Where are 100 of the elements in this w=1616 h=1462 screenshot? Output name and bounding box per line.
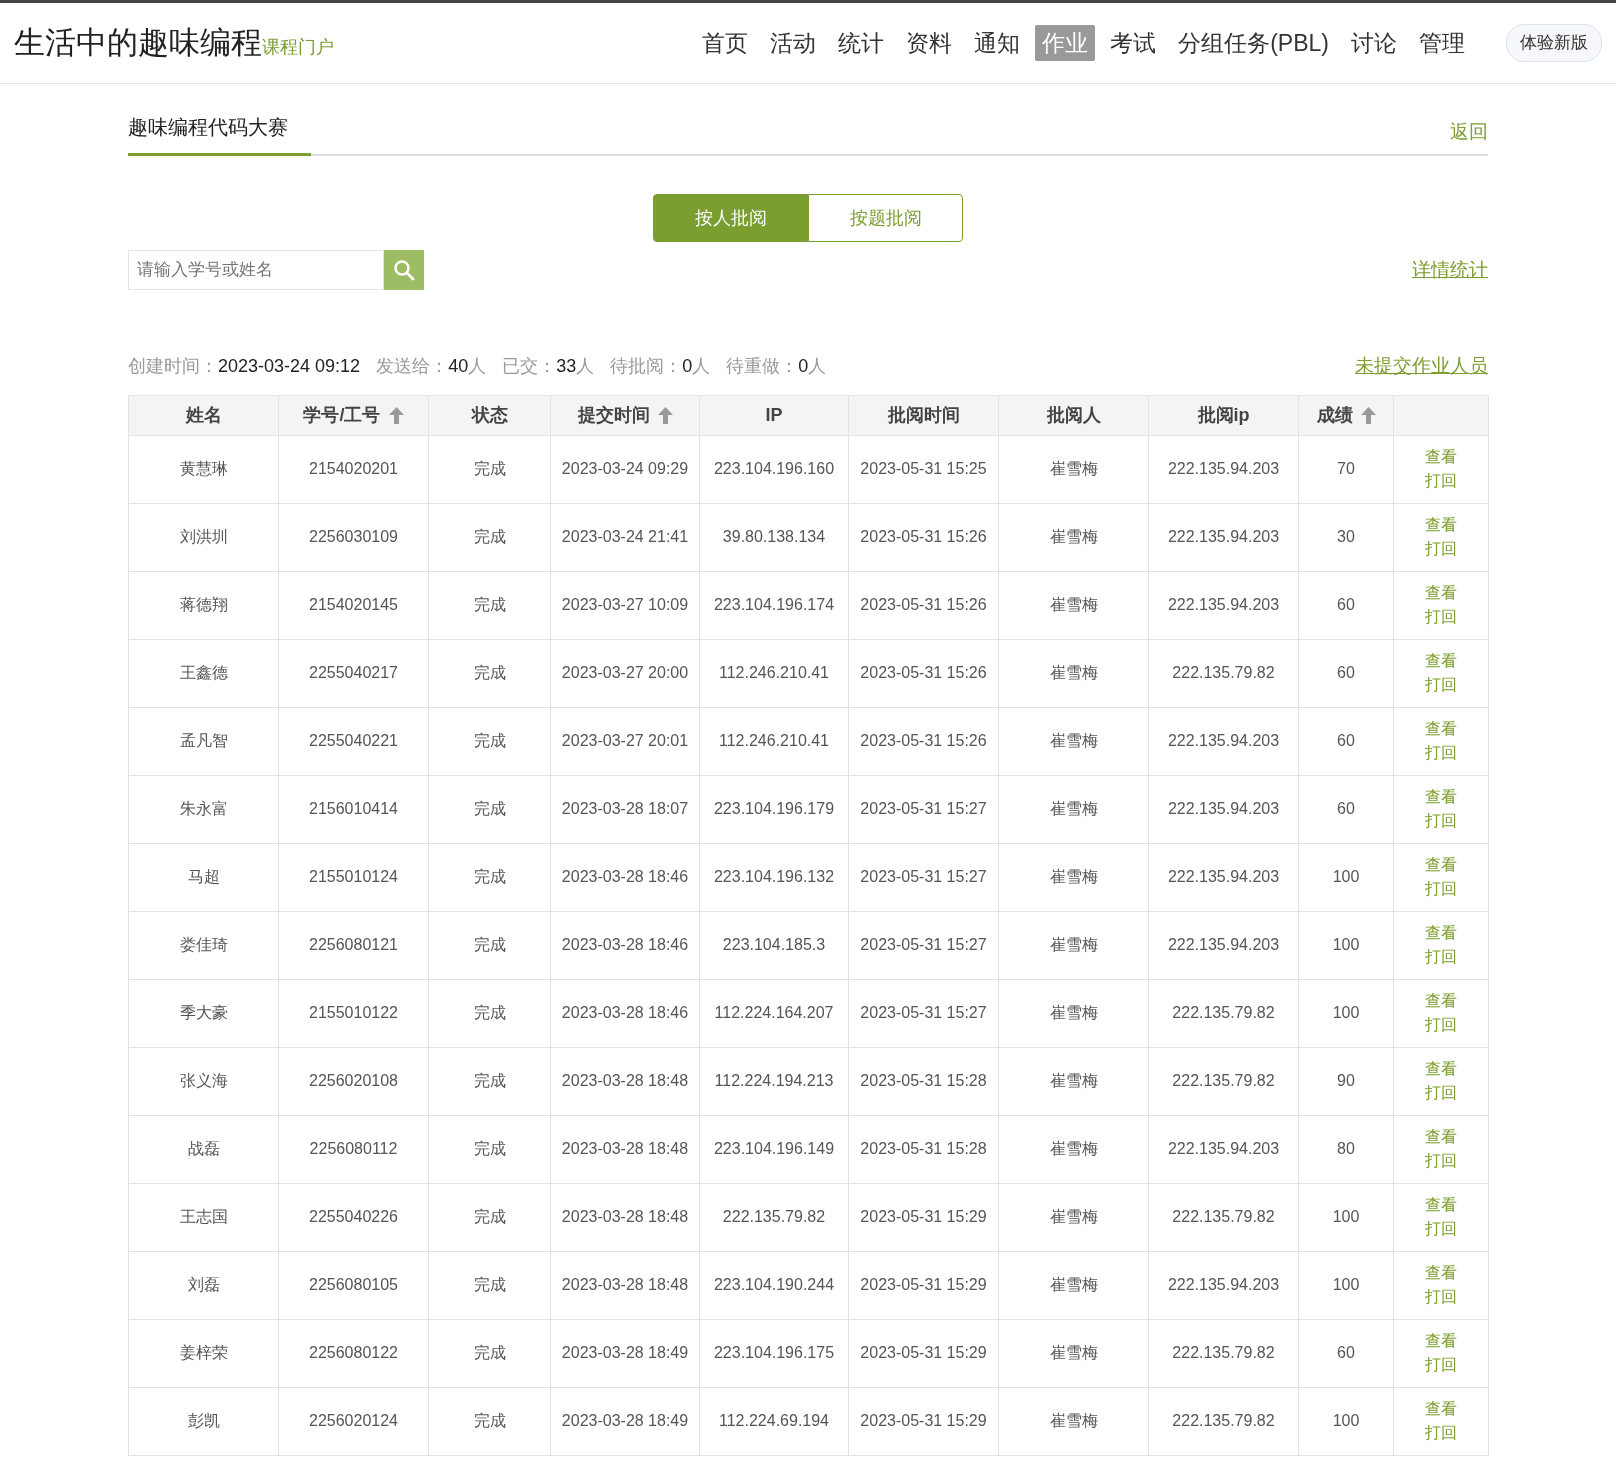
stat-value: 33 [556, 354, 577, 378]
row-action-link[interactable]: 查看 [1394, 989, 1488, 1013]
table-cell: 2023-03-28 18:46 [561, 868, 689, 885]
row-action-link[interactable]: 打回 [1394, 1013, 1488, 1037]
table-cell: 222.135.79.82 [1172, 1072, 1275, 1089]
nav-tab[interactable]: 首页 [695, 25, 756, 61]
table-cell: 222.135.94.203 [1167, 1140, 1280, 1157]
table-cell: 彭凯 [187, 1412, 220, 1429]
sort-arrow-icon[interactable] [1360, 406, 1376, 424]
table-cell: 60 [1337, 800, 1355, 817]
table-cell: 崔雪梅 [1049, 1208, 1098, 1225]
table-cell: 2023-03-27 20:01 [561, 732, 689, 749]
nav-tab[interactable]: 考试 [1103, 25, 1164, 61]
row-action-link[interactable]: 查看 [1394, 649, 1488, 673]
row-action-link[interactable]: 查看 [1394, 853, 1488, 877]
nav-tab[interactable]: 资料 [899, 25, 960, 61]
table-cell: 崔雪梅 [1049, 1140, 1098, 1157]
row-action-link[interactable]: 打回 [1394, 1149, 1488, 1173]
table-cell: 2255040226 [309, 1208, 398, 1225]
table-cell: 39.80.138.134 [722, 528, 826, 545]
row-action-link[interactable]: 查看 [1394, 581, 1488, 605]
table-cell: 娄佳琦 [179, 936, 228, 953]
row-action-link[interactable]: 打回 [1394, 1421, 1488, 1445]
table-cell: 2023-03-24 21:41 [561, 528, 689, 545]
mode-tab[interactable]: 按人批阅 [653, 194, 808, 242]
table-cell: 60 [1337, 596, 1355, 613]
column-header-cell[interactable]: 学号/工号 [278, 395, 429, 435]
table-cell: 崔雪梅 [1049, 596, 1098, 613]
row-action-link[interactable]: 查看 [1394, 1329, 1488, 1353]
row-action-link[interactable]: 打回 [1394, 673, 1488, 697]
row-action-link[interactable]: 打回 [1394, 809, 1488, 833]
row-action-link[interactable]: 打回 [1394, 605, 1488, 629]
nav-tab[interactable]: 活动 [763, 25, 824, 61]
row-action-link[interactable]: 打回 [1394, 469, 1488, 493]
table-cell: 222.135.94.203 [1167, 800, 1280, 817]
row-action-link[interactable]: 查看 [1394, 785, 1488, 809]
row-action-link[interactable]: 查看 [1394, 513, 1488, 537]
unsubmitted-link[interactable]: 未提交作业人员 [1355, 352, 1488, 381]
table-cell: 2023-05-31 15:29 [860, 1344, 987, 1361]
detail-stats-link[interactable]: 详情统计 [1412, 255, 1488, 285]
stat-unit: 人 [692, 354, 711, 378]
table-cell: 223.104.196.149 [713, 1140, 835, 1157]
row-action-link[interactable]: 打回 [1394, 1285, 1488, 1309]
row-action-link[interactable]: 打回 [1394, 741, 1488, 765]
row-action-link[interactable]: 打回 [1394, 1353, 1488, 1377]
column-header-cell[interactable]: 提交时间 [550, 395, 700, 435]
stat-unit: 人 [808, 354, 827, 378]
table-cell: 100 [1332, 1276, 1360, 1293]
table-cell: 112.224.69.194 [719, 1412, 829, 1429]
nav-tab[interactable]: 管理 [1412, 25, 1472, 61]
table-cell: 100 [1332, 1412, 1360, 1429]
table-cell: 2023-03-28 18:46 [561, 1004, 689, 1021]
column-header: 姓名 [185, 403, 222, 427]
nav-tab[interactable]: 作业 [1035, 25, 1096, 61]
row-action-link[interactable]: 打回 [1394, 877, 1488, 901]
search-button[interactable] [384, 250, 424, 290]
nav-tab[interactable]: 分组任务(PBL) [1171, 25, 1336, 61]
sort-arrow-icon[interactable] [657, 406, 673, 424]
table-cell: 222.135.94.203 [1167, 868, 1280, 885]
row-action-link[interactable]: 查看 [1394, 717, 1488, 741]
nav-tab[interactable]: 统计 [831, 25, 892, 61]
row-action-link[interactable]: 查看 [1394, 1193, 1488, 1217]
stat-value: 2023-03-24 09:12 [218, 354, 361, 378]
nav-tab[interactable]: 讨论 [1344, 25, 1404, 61]
table-cell: 2023-05-31 15:26 [860, 528, 987, 545]
table-cell: 222.135.79.82 [1172, 664, 1275, 681]
stat-value: 0 [682, 354, 693, 378]
table-cell: 王鑫德 [179, 664, 228, 681]
table-cell: 223.104.196.175 [713, 1344, 835, 1361]
table-cell: 崔雪梅 [1049, 1412, 1098, 1429]
table-cell: 30 [1337, 528, 1355, 545]
table-cell: 100 [1332, 868, 1360, 885]
row-action-link[interactable]: 打回 [1394, 945, 1488, 969]
column-header-cell[interactable]: 成绩 [1298, 395, 1394, 435]
table-cell: 张义海 [179, 1072, 228, 1089]
row-action-link[interactable]: 打回 [1394, 537, 1488, 561]
row-action-link[interactable]: 打回 [1394, 1081, 1488, 1105]
sort-arrow-icon[interactable] [388, 406, 404, 424]
row-action-link[interactable]: 查看 [1394, 1261, 1488, 1285]
row-action-link[interactable]: 查看 [1394, 445, 1488, 469]
column-header: 学号/工号 [303, 403, 381, 427]
table-cell: 222.135.79.82 [1172, 1412, 1275, 1429]
table-cell: 崔雪梅 [1049, 1004, 1098, 1021]
table-cell: 100 [1332, 936, 1360, 953]
page-tab[interactable]: 趣味编程代码大赛 [128, 84, 311, 156]
table-cell: 223.104.196.132 [713, 868, 835, 885]
mode-tab[interactable]: 按题批阅 [808, 194, 963, 242]
stat-label: 已交： [502, 354, 557, 378]
table-cell: 2023-05-31 15:26 [860, 596, 987, 613]
row-action-link[interactable]: 打回 [1394, 1217, 1488, 1241]
row-action-link[interactable]: 查看 [1394, 1125, 1488, 1149]
search-field[interactable]: 请输入学号或姓名 [128, 250, 384, 290]
table-cell: 222.135.79.82 [1172, 1004, 1275, 1021]
row-action-link[interactable]: 查看 [1394, 921, 1488, 945]
back-link[interactable]: 返回 [1450, 117, 1488, 146]
table-cell: 2023-05-31 15:29 [860, 1276, 987, 1293]
row-action-link[interactable]: 查看 [1394, 1397, 1488, 1421]
row-action-link[interactable]: 查看 [1394, 1057, 1488, 1081]
new-version-button[interactable]: 体验新版 [1506, 24, 1602, 62]
nav-tab[interactable]: 通知 [967, 25, 1028, 61]
